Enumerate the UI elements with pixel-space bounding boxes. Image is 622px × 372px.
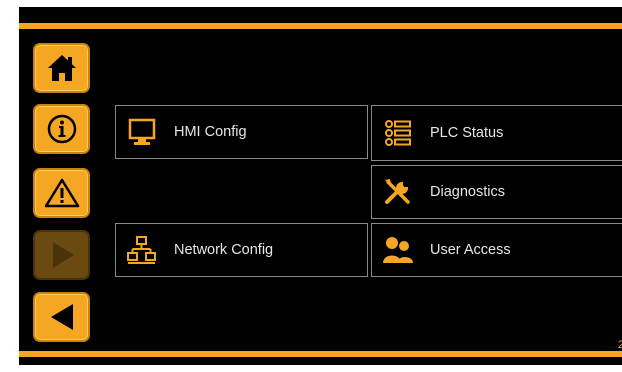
hmi-config-tile[interactable]: HMI Config xyxy=(115,105,368,159)
diagnostics-tile[interactable]: Diagnostics xyxy=(371,165,622,219)
back-icon xyxy=(50,304,73,330)
network-icon xyxy=(124,232,160,268)
diagnostics-label: Diagnostics xyxy=(430,184,505,200)
monitor-icon xyxy=(124,114,160,150)
network-config-label: Network Config xyxy=(174,242,274,258)
page-number: 2 xyxy=(617,339,622,351)
tools-icon xyxy=(380,174,416,210)
warning-icon xyxy=(44,178,79,208)
warning-button[interactable] xyxy=(33,168,90,218)
top-accent-bar xyxy=(19,23,622,29)
user-access-tile[interactable]: User Access xyxy=(371,223,622,277)
info-icon xyxy=(47,114,76,144)
list-icon xyxy=(380,115,416,151)
users-icon xyxy=(380,232,416,268)
user-access-label: User Access xyxy=(430,242,511,258)
back-button[interactable] xyxy=(33,292,90,342)
info-button[interactable] xyxy=(33,104,90,154)
play-button[interactable] xyxy=(33,230,90,280)
bottom-accent-bar xyxy=(19,351,622,357)
home-button[interactable] xyxy=(33,43,90,93)
hmi-screen: HMI Config PLC Status Diagnostics Networ… xyxy=(19,7,622,365)
play-icon xyxy=(52,242,74,268)
hmi-config-label: HMI Config xyxy=(174,124,247,140)
home-icon xyxy=(47,55,76,81)
plc-status-label: PLC Status xyxy=(430,125,504,141)
plc-status-tile[interactable]: PLC Status xyxy=(371,105,622,161)
network-config-tile[interactable]: Network Config xyxy=(115,223,368,277)
